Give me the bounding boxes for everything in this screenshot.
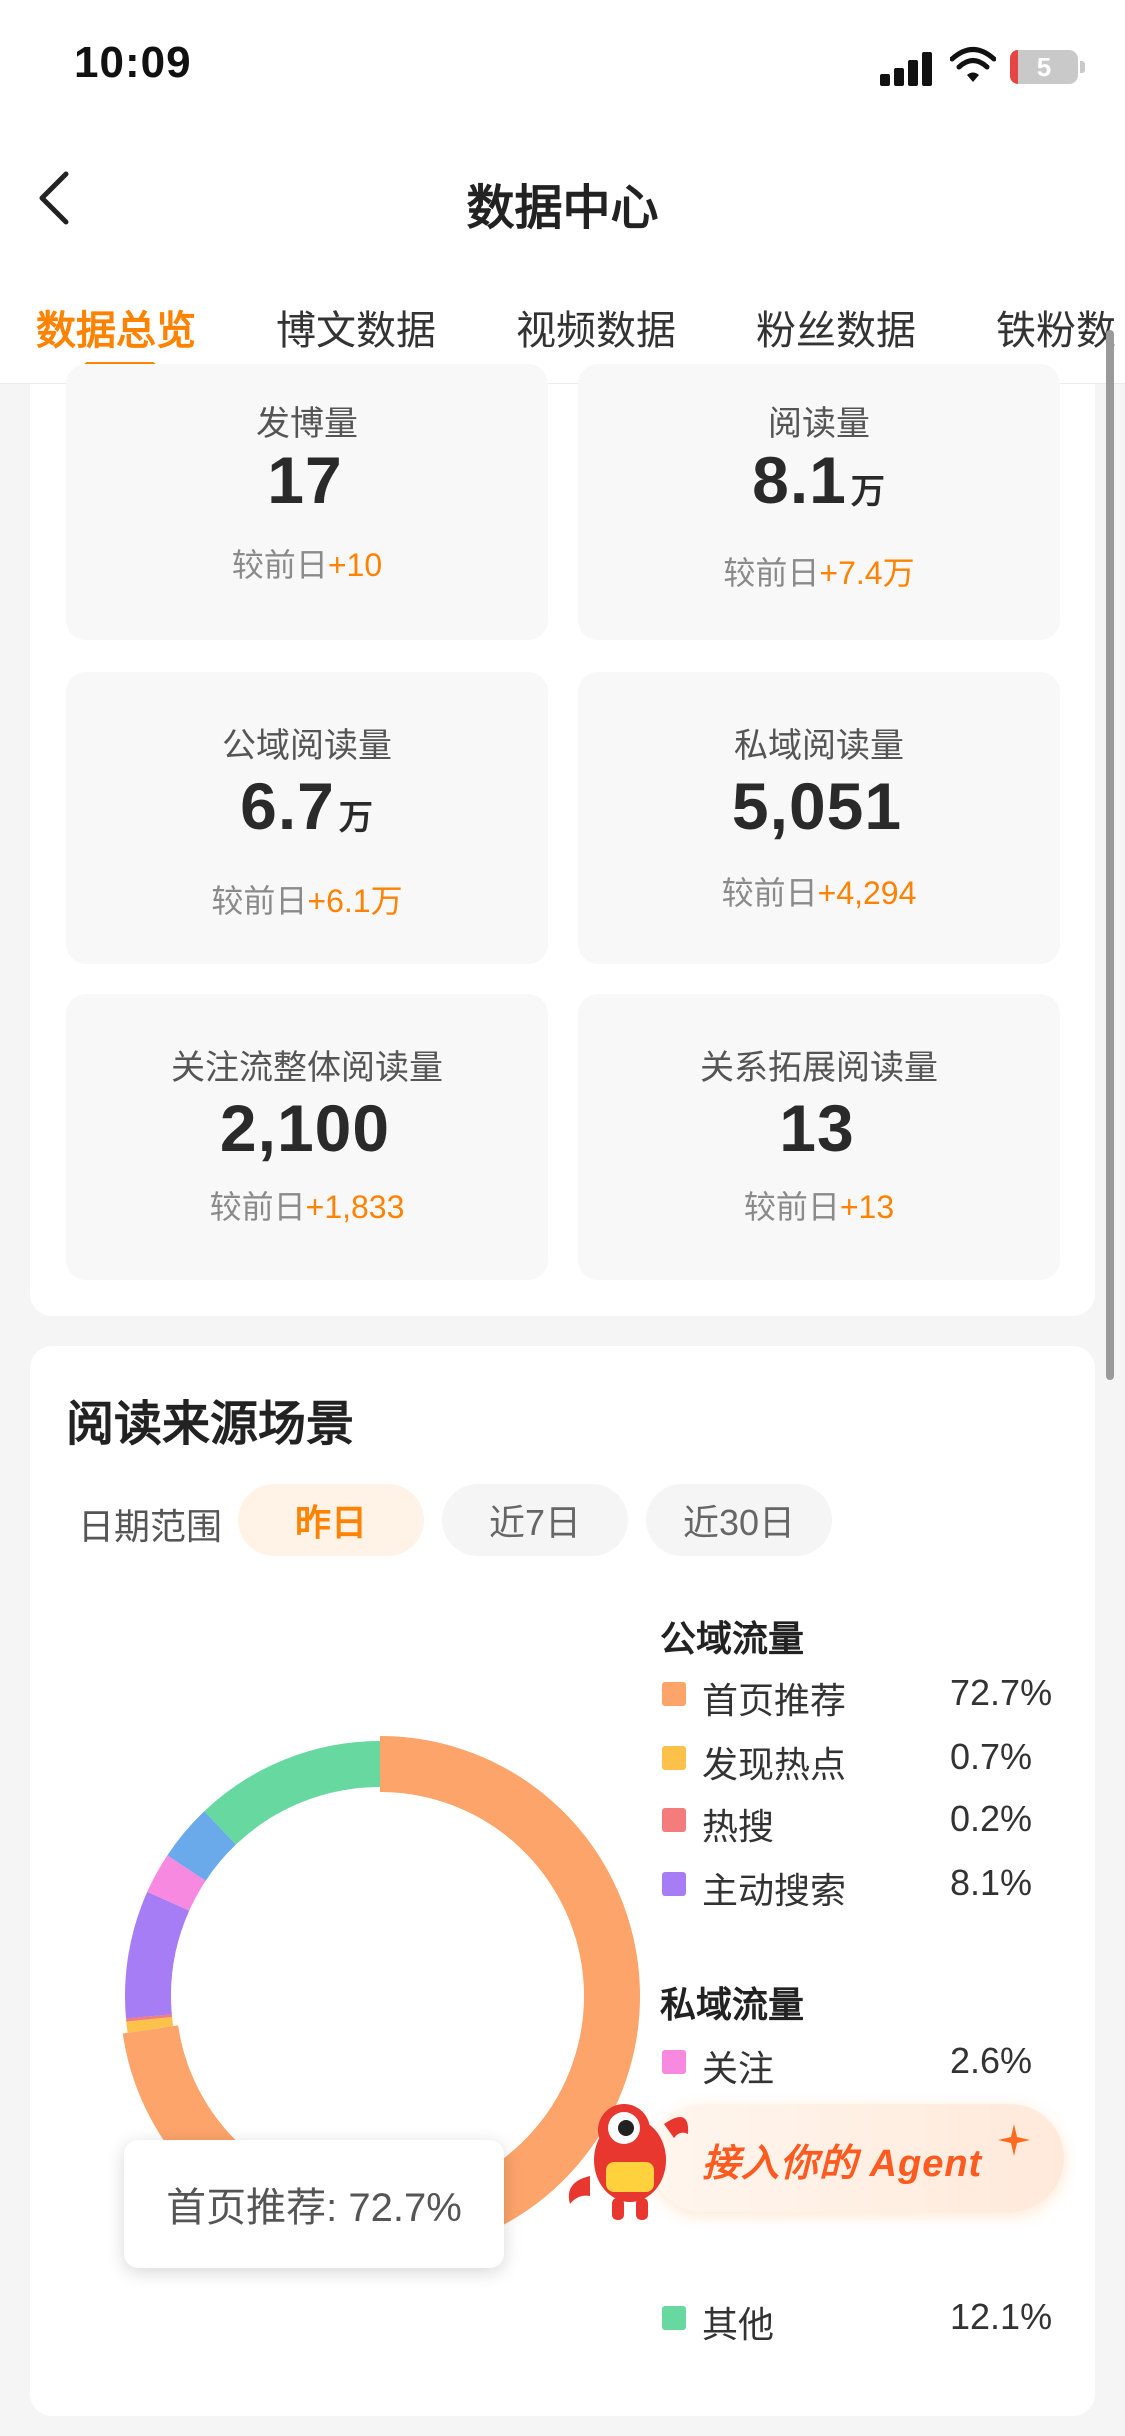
legend-item[interactable]: 首页推荐 72.7%: [660, 1672, 1080, 1721]
tab-video-data[interactable]: 视频数据: [516, 298, 676, 356]
legend-swatch: [662, 1746, 686, 1770]
metric-value: 6.7 万: [240, 769, 374, 843]
legend-item[interactable]: 主动搜索 8.1%: [660, 1862, 1080, 1911]
legend-item[interactable]: 热搜 0.2%: [660, 1798, 1080, 1847]
metric-label: 私域阅读量: [734, 727, 904, 765]
legend-percent: 2.6%: [950, 2040, 1033, 2081]
legend-name: 关注: [702, 2048, 775, 2089]
metrics-panel: 发博量 17 较前日+10 阅读量 8.1 万 较前日+7.4万 公域阅读量 6.…: [30, 364, 1095, 1316]
legend-name: 热搜: [702, 1806, 775, 1847]
metric-value: 5,051: [731, 769, 903, 843]
legend-name: 首页推荐: [702, 1680, 847, 1721]
connect-agent-button[interactable]: 接入你的 Agent: [650, 2104, 1064, 2212]
metric-delta: 较前日+10: [231, 547, 383, 583]
battery-icon: 5: [1010, 50, 1085, 84]
section-title: 阅读来源场景: [66, 1398, 355, 1451]
metric-card-reads[interactable]: 阅读量 8.1 万 较前日+7.4万: [578, 364, 1060, 640]
range-30d-button[interactable]: 近30日: [646, 1484, 832, 1556]
metric-label: 公域阅读量: [222, 727, 392, 765]
range-7d-button[interactable]: 近7日: [442, 1484, 628, 1556]
metric-delta: 较前日+6.1万: [211, 883, 403, 919]
metric-card-relation-reads[interactable]: 关系拓展阅读量 13 较前日+13: [578, 994, 1060, 1280]
metric-card-posts[interactable]: 发博量 17 较前日+10: [66, 364, 548, 640]
donut-slice-item[interactable]: [126, 2016, 174, 2033]
metric-label: 关系拓展阅读量: [700, 1049, 938, 1087]
legend-name: 其他: [702, 2304, 775, 2345]
tab-overview[interactable]: 数据总览: [36, 298, 196, 356]
wifi-icon: [950, 47, 996, 82]
sparkle-icon: [998, 2124, 1030, 2156]
legend-percent: 0.7%: [950, 1736, 1033, 1777]
read-source-panel: 阅读来源场景 日期范围 昨日 近7日 近30日 首页推荐: 72.7% 公域流量…: [30, 1346, 1095, 2416]
metric-value: 13: [779, 1091, 855, 1165]
legend-percent: 8.1%: [950, 1862, 1033, 1903]
donut-slice-other[interactable]: [167, 1811, 237, 1882]
legend-swatch: [662, 1872, 686, 1896]
legend-swatch: [662, 1682, 686, 1706]
metric-value: 8.1 万: [752, 443, 886, 517]
donut-slice-item[interactable]: [204, 1741, 381, 1845]
signal-icon: [880, 50, 936, 86]
legend-item[interactable]: 关注 2.6%: [660, 2040, 1080, 2089]
legend-percent: 72.7%: [950, 1672, 1053, 1713]
battery-level: 5: [1036, 51, 1052, 82]
metric-label: 关注流整体阅读量: [171, 1049, 443, 1087]
legend-swatch: [662, 1808, 686, 1832]
legend-swatch: [662, 2050, 686, 2074]
legend-item[interactable]: 发现热点 0.7%: [660, 1736, 1080, 1785]
metric-delta: 较前日+7.4万: [723, 555, 915, 591]
tab-post-data[interactable]: 博文数据: [276, 298, 436, 356]
donut-slice-item[interactable]: [147, 1855, 206, 1911]
metric-delta: 较前日+13: [743, 1189, 895, 1225]
legend-name: 发现热点: [702, 1744, 847, 1785]
page-title: 数据中心: [466, 182, 659, 235]
range-yesterday-button[interactable]: 昨日: [238, 1484, 424, 1556]
metric-delta: 较前日+4,294: [721, 875, 917, 911]
legend-percent: 0.2%: [950, 1798, 1033, 1839]
metric-label: 发博量: [256, 405, 358, 443]
status-time: 10:09: [74, 38, 192, 87]
metric-card-follow-feed-reads[interactable]: 关注流整体阅读量 2,100 较前日+1,833: [66, 994, 548, 1280]
chart-tooltip: 首页推荐: 72.7%: [124, 2140, 504, 2268]
private-traffic-title: 私域流量: [660, 1984, 805, 2025]
donut-slice-item[interactable]: [125, 1891, 190, 2019]
date-range-label: 日期范围: [78, 1506, 223, 1547]
metric-value: 17: [267, 443, 343, 517]
tab-fans-data[interactable]: 粉丝数据: [756, 298, 916, 356]
metric-card-private-reads[interactable]: 私域阅读量 5,051 较前日+4,294: [578, 672, 1060, 964]
agent-button-label: 接入你的 Agent: [702, 2143, 983, 2185]
public-traffic-title: 公域流量: [660, 1618, 805, 1659]
mascot-icon[interactable]: [560, 2080, 710, 2230]
tab-iron-fans[interactable]: 铁粉数: [996, 298, 1116, 356]
scrollbar[interactable]: [1106, 330, 1114, 1380]
metric-card-public-reads[interactable]: 公域阅读量 6.7 万 较前日+6.1万: [66, 672, 548, 964]
legend-item[interactable]: 其他 12.1%: [660, 2296, 1080, 2345]
top-bar: 10:09 5 数据中心 数据总览 博文数据 视频数据 粉丝数据 铁粉数: [0, 0, 1125, 384]
legend-name: 主动搜索: [702, 1870, 847, 1911]
legend-swatch: [662, 2306, 686, 2330]
metric-value: 2,100: [219, 1091, 391, 1165]
metric-label: 阅读量: [768, 405, 870, 443]
metric-delta: 较前日+1,833: [209, 1189, 405, 1225]
legend-percent: 12.1%: [950, 2296, 1053, 2337]
